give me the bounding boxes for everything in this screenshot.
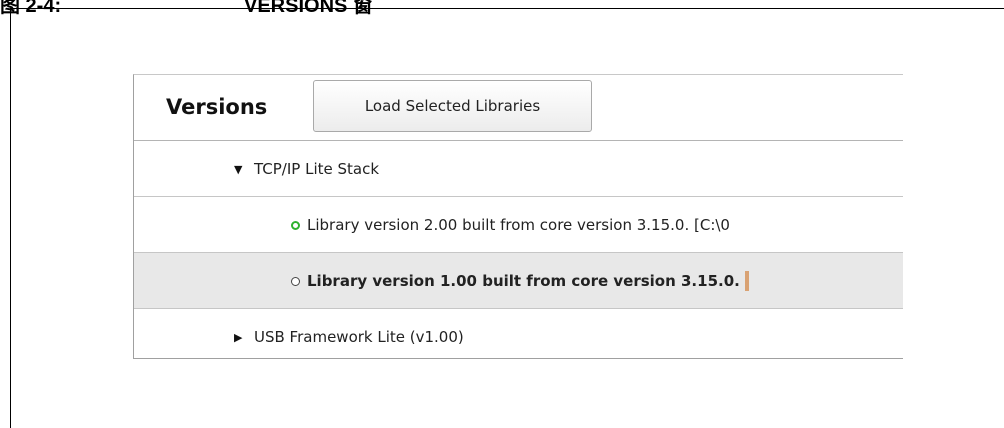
library-version-row-2-00[interactable]: Library version 2.00 built from core ver…	[134, 197, 903, 253]
library-version-label: Library version 2.00 built from core ver…	[307, 216, 730, 234]
active-status-icon	[291, 220, 300, 230]
tree-node-tcpip-lite-stack[interactable]: ▼ TCP/IP Lite Stack	[134, 141, 903, 197]
triangle-right-icon[interactable]: ▶	[234, 332, 246, 343]
inactive-status-icon	[291, 276, 300, 286]
library-version-row-1-00[interactable]: Library version 1.00 built from core ver…	[134, 253, 903, 309]
tree-node-label: TCP/IP Lite Stack	[254, 160, 380, 178]
tree-node-usb-framework-lite[interactable]: ▶ USB Framework Lite (v1.00)	[134, 309, 903, 358]
load-selected-libraries-button[interactable]: Load Selected Libraries	[313, 80, 592, 132]
panel-title: Versions	[166, 95, 268, 119]
truncation-marker	[744, 271, 749, 291]
triangle-down-icon[interactable]: ▼	[234, 164, 246, 175]
tree-node-label: USB Framework Lite (v1.00)	[254, 328, 464, 346]
library-version-label: Library version 1.00 built from core ver…	[307, 272, 740, 290]
versions-panel: Versions Load Selected Libraries ▼ TCP/I…	[133, 74, 903, 359]
versions-panel-header: Versions Load Selected Libraries	[134, 75, 903, 141]
